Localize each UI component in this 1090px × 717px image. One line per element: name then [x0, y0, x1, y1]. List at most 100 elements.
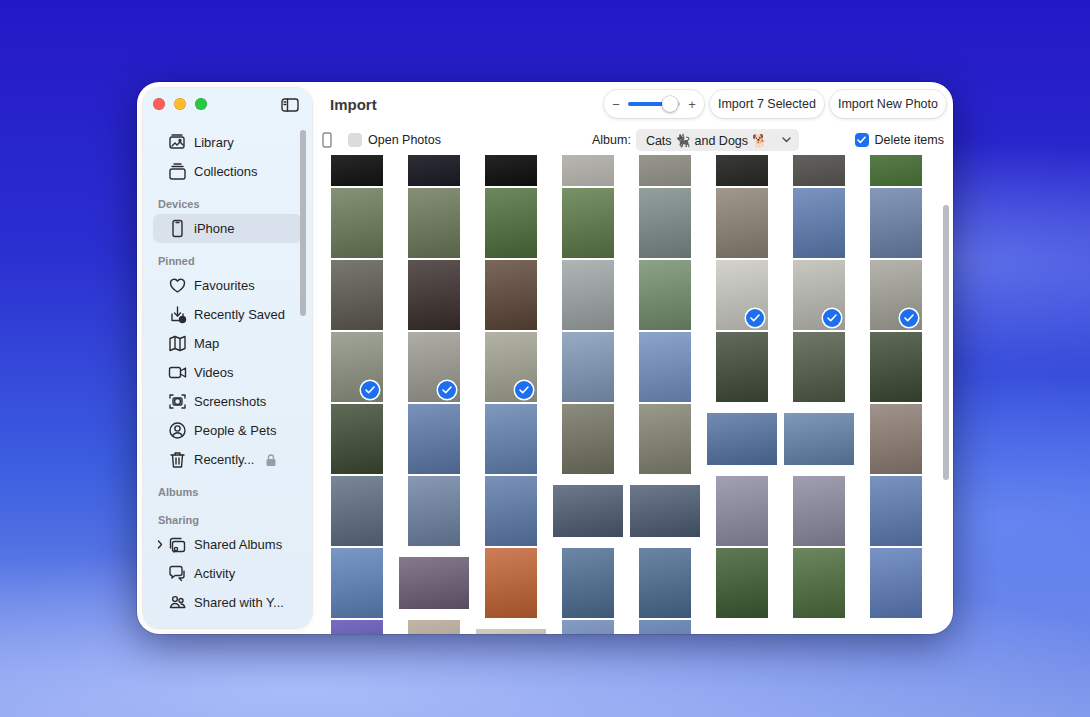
- photo-cell[interactable]: [472, 155, 549, 187]
- photo-thumbnail[interactable]: [408, 188, 460, 258]
- minimize-button[interactable]: [174, 98, 186, 110]
- photo-thumbnail[interactable]: [716, 332, 768, 402]
- photo-thumbnail[interactable]: [331, 155, 383, 186]
- photo-cell[interactable]: [857, 155, 934, 187]
- photo-thumbnail[interactable]: [562, 260, 614, 330]
- selection-check[interactable]: [900, 309, 918, 327]
- photo-cell[interactable]: [857, 547, 934, 619]
- photo-cell[interactable]: [318, 619, 395, 634]
- sidebar-item[interactable]: People & Pets: [153, 416, 302, 445]
- photo-cell[interactable]: [395, 187, 472, 259]
- sidebar-item[interactable]: Collections: [153, 157, 302, 186]
- sidebar-item[interactable]: Videos: [153, 358, 302, 387]
- sidebar-item[interactable]: iPhone: [153, 214, 302, 243]
- zoom-out-button[interactable]: −: [611, 97, 621, 112]
- photo-thumbnail[interactable]: [562, 404, 614, 474]
- photo-thumbnail[interactable]: [399, 557, 469, 609]
- photo-thumbnail[interactable]: [630, 485, 700, 537]
- photo-thumbnail[interactable]: [562, 620, 614, 634]
- photo-thumbnail[interactable]: [716, 476, 768, 546]
- photo-thumbnail[interactable]: [793, 188, 845, 258]
- photo-thumbnail[interactable]: [870, 548, 922, 618]
- photo-cell[interactable]: [780, 475, 857, 547]
- photo-thumbnail[interactable]: [639, 155, 691, 186]
- photo-cell[interactable]: [703, 403, 780, 475]
- photo-cell[interactable]: [780, 547, 857, 619]
- zoom-in-button[interactable]: +: [687, 97, 697, 112]
- import-new-button[interactable]: Import New Photo: [830, 90, 946, 118]
- import-selected-button[interactable]: Import 7 Selected: [710, 90, 824, 118]
- selection-check[interactable]: [746, 309, 764, 327]
- delete-items-option[interactable]: Delete items: [855, 133, 944, 147]
- photo-thumbnail[interactable]: [553, 485, 623, 537]
- photo-thumbnail[interactable]: [793, 260, 845, 330]
- photo-cell[interactable]: [857, 475, 934, 547]
- photo-thumbnail[interactable]: [639, 548, 691, 618]
- zoom-slider[interactable]: [628, 102, 680, 106]
- photo-cell[interactable]: [318, 403, 395, 475]
- photo-thumbnail[interactable]: [331, 476, 383, 546]
- photo-thumbnail[interactable]: [870, 260, 922, 330]
- sidebar-item[interactable]: Favourites: [153, 271, 302, 300]
- photo-thumbnail[interactable]: [870, 155, 922, 186]
- photo-thumbnail[interactable]: [870, 476, 922, 546]
- selection-check[interactable]: [515, 381, 533, 399]
- photo-thumbnail[interactable]: [562, 188, 614, 258]
- photo-cell[interactable]: [472, 259, 549, 331]
- photo-cell[interactable]: [780, 187, 857, 259]
- photo-thumbnail[interactable]: [707, 413, 777, 465]
- photo-cell[interactable]: [472, 475, 549, 547]
- photo-thumbnail[interactable]: [870, 332, 922, 402]
- photo-cell[interactable]: [318, 155, 395, 187]
- photo-cell[interactable]: [626, 619, 703, 634]
- photo-thumbnail[interactable]: [639, 260, 691, 330]
- photo-cell[interactable]: [549, 331, 626, 403]
- photo-cell[interactable]: [549, 155, 626, 187]
- photo-thumbnail[interactable]: [331, 260, 383, 330]
- photo-thumbnail[interactable]: [331, 332, 383, 402]
- photo-cell[interactable]: [780, 331, 857, 403]
- photo-thumbnail[interactable]: [408, 155, 460, 186]
- sidebar-item[interactable]: Screenshots: [153, 387, 302, 416]
- sidebar-item[interactable]: Library: [153, 128, 302, 157]
- photo-cell[interactable]: [780, 403, 857, 475]
- photo-cell[interactable]: [395, 619, 472, 634]
- photo-cell[interactable]: [318, 187, 395, 259]
- photo-cell[interactable]: [549, 403, 626, 475]
- photo-cell[interactable]: [318, 331, 395, 403]
- open-photos-option[interactable]: Open Photos: [348, 133, 441, 147]
- zoom-button[interactable]: [195, 98, 207, 110]
- photo-cell[interactable]: [857, 403, 934, 475]
- photo-thumbnail[interactable]: [793, 548, 845, 618]
- selection-check[interactable]: [438, 381, 456, 399]
- photo-cell[interactable]: [857, 187, 934, 259]
- sidebar-item[interactable]: Activity: [153, 559, 302, 588]
- photo-cell[interactable]: [626, 259, 703, 331]
- photo-thumbnail[interactable]: [716, 188, 768, 258]
- photo-cell[interactable]: [549, 259, 626, 331]
- photo-cell[interactable]: [703, 155, 780, 187]
- photo-cell[interactable]: [703, 547, 780, 619]
- photo-thumbnail[interactable]: [485, 404, 537, 474]
- close-button[interactable]: [153, 98, 165, 110]
- photo-cell[interactable]: [780, 155, 857, 187]
- sidebar-scrollbar[interactable]: [300, 130, 306, 316]
- photo-thumbnail[interactable]: [716, 548, 768, 618]
- photo-cell[interactable]: [857, 331, 934, 403]
- photo-thumbnail[interactable]: [408, 332, 460, 402]
- photo-thumbnail[interactable]: [562, 155, 614, 186]
- sidebar-item[interactable]: Shared Albums: [153, 530, 302, 559]
- photo-thumbnail[interactable]: [331, 404, 383, 474]
- photo-thumbnail[interactable]: [793, 476, 845, 546]
- photo-cell[interactable]: [626, 475, 703, 547]
- photo-thumbnail[interactable]: [485, 332, 537, 402]
- album-dropdown[interactable]: Cats 🐈‍⬛ and Dogs 🐕: [636, 129, 799, 151]
- photo-thumbnail[interactable]: [331, 188, 383, 258]
- sidebar-item[interactable]: Map: [153, 329, 302, 358]
- open-photos-checkbox[interactable]: [348, 133, 362, 147]
- photo-thumbnail[interactable]: [331, 620, 383, 634]
- photo-cell[interactable]: [626, 187, 703, 259]
- photo-thumbnail[interactable]: [784, 413, 854, 465]
- sidebar-toggle-icon[interactable]: [281, 98, 299, 112]
- photo-thumbnail[interactable]: [408, 260, 460, 330]
